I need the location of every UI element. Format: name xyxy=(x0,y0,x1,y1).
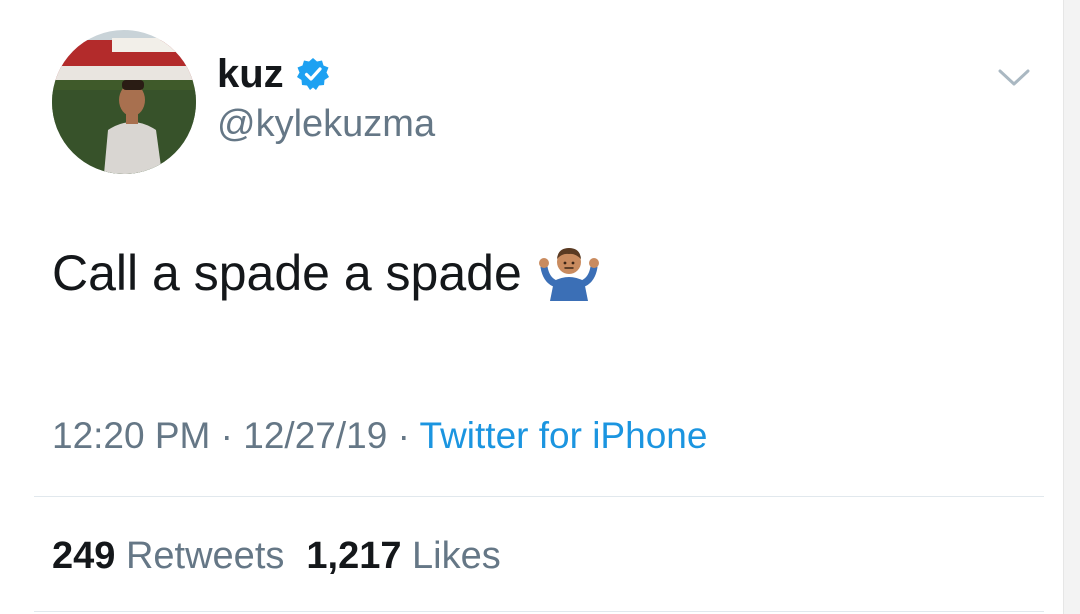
divider xyxy=(34,611,1044,612)
tweet-time[interactable]: 12:20 PM xyxy=(52,415,210,456)
likes-label: Likes xyxy=(412,535,501,577)
likes-stat[interactable]: 1,217 Likes xyxy=(306,535,500,577)
chevron-down-icon[interactable] xyxy=(996,62,1032,92)
divider xyxy=(34,496,1044,497)
tweet-body: Call a spade a spade xyxy=(52,245,522,301)
tweet-card: kuz @kylekuzma Call a spade a spade 12:2… xyxy=(0,0,1064,614)
tweet-source-link[interactable]: Twitter for iPhone xyxy=(420,415,708,456)
scrollbar[interactable] xyxy=(1063,0,1080,614)
handle[interactable]: @kylekuzma xyxy=(217,100,435,148)
tweet-stats: 249 Retweets 1,217 Likes xyxy=(52,532,501,580)
page: kuz @kylekuzma Call a spade a spade 12:2… xyxy=(0,0,1080,614)
meta-separator: · xyxy=(387,415,420,456)
retweets-label: Retweets xyxy=(125,535,285,577)
tweet-meta: 12:20 PM · 12/27/19 · Twitter for iPhone xyxy=(52,412,707,460)
likes-count: 1,217 xyxy=(306,535,402,577)
tweet-date[interactable]: 12/27/19 xyxy=(243,415,387,456)
retweets-count: 249 xyxy=(52,535,116,577)
tweet-text: Call a spade a spade xyxy=(52,242,600,304)
retweets-stat[interactable]: 249 Retweets xyxy=(52,535,284,577)
shrug-icon xyxy=(538,248,599,301)
verified-badge-icon xyxy=(296,58,329,90)
meta-separator: · xyxy=(210,415,244,456)
avatar-image xyxy=(52,30,196,174)
display-name[interactable]: kuz xyxy=(217,50,284,98)
avatar[interactable] xyxy=(52,30,196,174)
name-row: kuz xyxy=(217,50,330,98)
